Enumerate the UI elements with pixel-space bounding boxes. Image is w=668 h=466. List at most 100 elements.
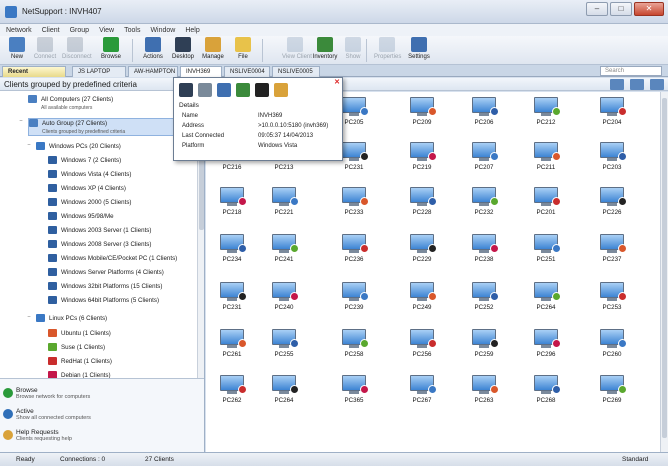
task-browse[interactable]: Browse Browse network for computers — [3, 387, 196, 400]
client-pc219[interactable]: PC219 — [400, 142, 444, 182]
tree-expander-icon[interactable]: – — [26, 315, 32, 321]
client-pc268[interactable]: PC268 — [524, 375, 568, 415]
client-pc261[interactable]: PC261 — [210, 329, 254, 369]
tree-expander-icon[interactable]: – — [18, 119, 24, 125]
tree-node[interactable]: Windows 95/98/Me — [48, 212, 114, 222]
client-pc296[interactable]: PC296 — [524, 329, 568, 369]
menu-group[interactable]: Group — [70, 27, 89, 34]
client-pc269[interactable]: PC269 — [590, 375, 634, 415]
client-pc218[interactable]: PC218 — [210, 187, 254, 227]
client-pc226[interactable]: PC226 — [590, 187, 634, 227]
client-pc203[interactable]: PC203 — [590, 142, 634, 182]
actions-button[interactable]: Actions — [140, 37, 166, 60]
maximize-button[interactable]: □ — [610, 2, 632, 16]
client-pc263[interactable]: PC263 — [462, 375, 506, 415]
desktop-button[interactable]: Desktop — [170, 37, 196, 60]
disconnect-button[interactable]: Disconnect — [62, 37, 92, 60]
grid-scroll-thumb[interactable] — [662, 98, 667, 438]
tree-node[interactable]: Windows 64bit Platforms (5 Clients) — [48, 296, 159, 306]
tree-expander-icon[interactable]: – — [26, 143, 32, 149]
large-icons-view-icon[interactable] — [610, 79, 624, 90]
inventory-button[interactable]: Inventory — [312, 37, 338, 60]
tree-node[interactable]: Windows Vista (4 Clients) — [48, 170, 131, 180]
tab-js-laptop[interactable]: JS LAPTOP — [72, 66, 126, 77]
tree-node[interactable]: Windows PCs (20 Clients) — [36, 142, 121, 152]
tab-nslive0005[interactable]: NSLIVE0005 — [272, 66, 320, 77]
settings-button[interactable]: Settings — [406, 37, 432, 60]
popup-action-icon[interactable] — [217, 83, 231, 97]
client-pc209[interactable]: PC209 — [400, 97, 444, 137]
client-pc256[interactable]: PC256 — [400, 329, 444, 369]
popup-action-icon[interactable] — [255, 83, 269, 97]
client-pc253[interactable]: PC253 — [590, 282, 634, 322]
file-button[interactable]: File — [230, 37, 256, 60]
menu-client[interactable]: Client — [42, 27, 60, 34]
tree-node[interactable]: Windows 2003 Server (1 Clients) — [48, 226, 151, 236]
browse-button[interactable]: Browse — [98, 37, 124, 60]
sort-icon[interactable] — [630, 79, 644, 90]
client-pc204[interactable]: PC204 — [590, 97, 634, 137]
connect-button[interactable]: Connect — [32, 37, 58, 60]
client-pc228[interactable]: PC228 — [400, 187, 444, 227]
client-pc260[interactable]: PC260 — [590, 329, 634, 369]
tree-node[interactable]: Windows Mobile/CE/Pocket PC (1 Clients) — [48, 254, 177, 264]
menu-tools[interactable]: Tools — [124, 27, 140, 34]
task-help-requests[interactable]: Help Requests Clients requesting help — [3, 429, 196, 442]
client-pc240[interactable]: PC240 — [262, 282, 306, 322]
client-pc249[interactable]: PC249 — [400, 282, 444, 322]
client-pc255[interactable]: PC255 — [262, 329, 306, 369]
properties-button[interactable]: Properties — [374, 37, 401, 60]
client-pc241[interactable]: PC241 — [262, 234, 306, 274]
client-pc264[interactable]: PC264 — [524, 282, 568, 322]
task-active[interactable]: Active Show all connected computers — [3, 408, 196, 421]
tree-node[interactable]: Linux PCs (6 Clients) — [36, 314, 107, 324]
client-pc239[interactable]: PC239 — [332, 282, 376, 322]
popup-close-icon[interactable]: ✕ — [334, 78, 340, 86]
client-pc212[interactable]: PC212 — [524, 97, 568, 137]
client-pc206[interactable]: PC206 — [462, 97, 506, 137]
client-pc236[interactable]: PC236 — [332, 234, 376, 274]
client-pc221[interactable]: PC221 — [262, 187, 306, 227]
new-button[interactable]: New — [4, 37, 30, 60]
popup-action-icon[interactable] — [274, 83, 288, 97]
client-pc259[interactable]: PC259 — [462, 329, 506, 369]
tree-node[interactable]: Windows XP (4 Clients) — [48, 184, 126, 194]
client-pc264[interactable]: PC264 — [262, 375, 306, 415]
grid-scrollbar[interactable] — [660, 92, 668, 452]
client-pc211[interactable]: PC211 — [524, 142, 568, 182]
menu-view[interactable]: View — [99, 27, 114, 34]
client-pc232[interactable]: PC232 — [462, 187, 506, 227]
tab-recent[interactable]: Recent — [2, 66, 66, 77]
tree-node[interactable]: Windows Server Platforms (4 Clients) — [48, 268, 164, 278]
client-pc267[interactable]: PC267 — [400, 375, 444, 415]
tree-node[interactable]: RedHat (1 Clients) — [48, 357, 112, 367]
tree-node[interactable]: All Computers (27 Clients) All available … — [28, 95, 113, 111]
client-pc233[interactable]: PC233 — [332, 187, 376, 227]
client-pc201[interactable]: PC201 — [524, 187, 568, 227]
client-pc262[interactable]: PC262 — [210, 375, 254, 415]
manage-button[interactable]: Manage — [200, 37, 226, 60]
client-pc258[interactable]: PC258 — [332, 329, 376, 369]
tree-node[interactable]: Windows 7 (2 Clients) — [48, 156, 121, 166]
tab-nslive0004[interactable]: NSLIVE0004 — [224, 66, 270, 77]
tab-aw-hampton[interactable]: AW-HAMPTON — [128, 66, 178, 77]
menu-window[interactable]: Window — [150, 27, 175, 34]
client-pc237[interactable]: PC237 — [590, 234, 634, 274]
client-pc231[interactable]: PC231 — [210, 282, 254, 322]
client-pc229[interactable]: PC229 — [400, 234, 444, 274]
popup-action-icon[interactable] — [198, 83, 212, 97]
client-pc252[interactable]: PC252 — [462, 282, 506, 322]
client-pc365[interactable]: PC365 — [332, 375, 376, 415]
show-button[interactable]: Show — [340, 37, 366, 60]
menu-help[interactable]: Help — [185, 27, 199, 34]
view-client-button[interactable]: View Client — [282, 37, 312, 60]
client-pc234[interactable]: PC234 — [210, 234, 254, 274]
client-pc238[interactable]: PC238 — [462, 234, 506, 274]
client-pc207[interactable]: PC207 — [462, 142, 506, 182]
tree-node[interactable]: Windows 2000 (5 Clients) — [48, 198, 132, 208]
client-pc251[interactable]: PC251 — [524, 234, 568, 274]
tab-invh369[interactable]: INVH369 — [180, 66, 222, 77]
minimize-button[interactable]: – — [586, 2, 608, 16]
tree-node[interactable]: Windows 2008 Server (3 Clients) — [48, 240, 151, 250]
tree-node[interactable]: Ubuntu (1 Clients) — [48, 329, 111, 339]
